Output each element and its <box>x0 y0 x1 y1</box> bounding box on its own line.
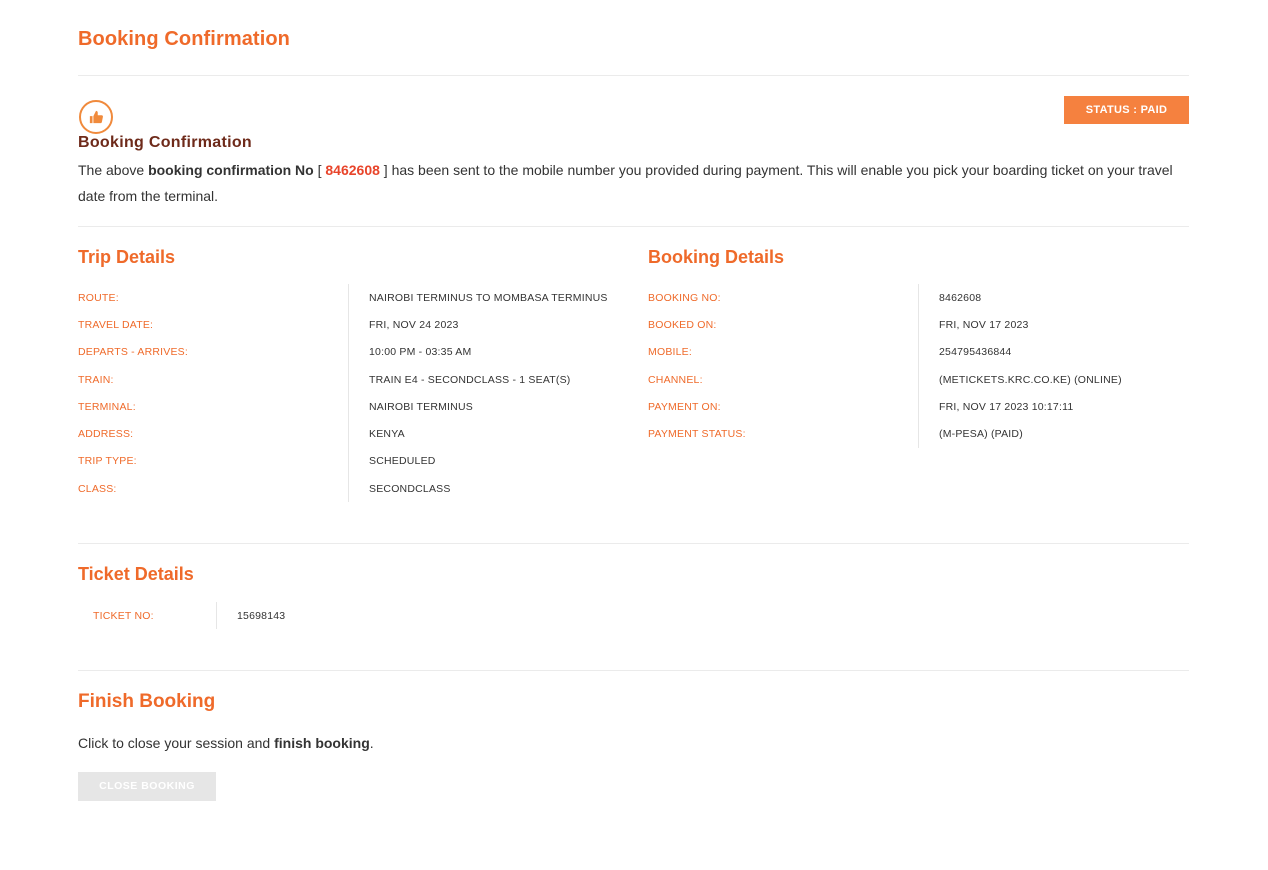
row-value: SECONDCLASS <box>348 475 451 503</box>
finish-instructions: Click to close your session and finish b… <box>78 735 374 751</box>
finish-text-after: . <box>369 735 374 751</box>
row-label: TERMINAL: <box>78 400 136 413</box>
thumbs-up-icon <box>79 100 113 134</box>
row-value: SCHEDULED <box>348 447 436 476</box>
row-value: 8462608 <box>918 284 981 312</box>
ticket-details-table: TICKET NO: 15698143 <box>93 602 493 630</box>
confirmation-message: The above booking confirmation No [ 8462… <box>78 157 1178 209</box>
row-value: FRI, NOV 24 2023 <box>348 311 459 339</box>
finish-booking-title: Finish Booking <box>78 691 216 712</box>
table-row: PAYMENT STATUS: (M-PESA) (PAID) <box>648 420 1189 448</box>
table-row: TRIP TYPE: SCHEDULED <box>78 447 638 476</box>
page-title: Booking Confirmation <box>78 28 290 50</box>
trip-details-table: ROUTE: NAIROBI TERMINUS TO MOMBASA TERMIN… <box>78 284 638 503</box>
table-row: BOOKED ON: FRI, NOV 17 2023 <box>648 311 1189 339</box>
row-label: ROUTE: <box>78 291 119 304</box>
table-row: ROUTE: NAIROBI TERMINUS TO MOMBASA TERMIN… <box>78 284 638 312</box>
finish-text-bold: finish booking <box>274 735 370 751</box>
table-row: TRAIN: TRAIN E4 - SECONDCLASS - 1 SEAT(S) <box>78 365 638 394</box>
divider <box>78 670 1189 671</box>
confirmation-text-bold: booking confirmation No <box>148 162 314 178</box>
confirmation-bracket: [ <box>313 162 326 178</box>
row-label: TRAVEL DATE: <box>78 318 154 331</box>
table-row: ADDRESS: KENYA <box>78 420 638 448</box>
row-label: TRIP TYPE: <box>78 455 137 468</box>
confirmation-number: 8462608 <box>325 162 380 178</box>
row-value: (METICKETS.KRC.CO.KE) (ONLINE) <box>918 365 1122 394</box>
row-label: CHANNEL: <box>648 373 703 386</box>
table-row: BOOKING NO: 8462608 <box>648 284 1189 312</box>
row-label: PAYMENT STATUS: <box>648 428 746 441</box>
row-value: 10:00 PM - 03:35 AM <box>348 338 471 366</box>
close-booking-button[interactable]: CLOSE BOOKING <box>78 772 216 801</box>
booking-details-table: BOOKING NO: 8462608 BOOKED ON: FRI, NOV 17… <box>648 284 1189 448</box>
row-label: BOOKING NO: <box>648 291 721 304</box>
row-label: PAYMENT ON: <box>648 400 721 413</box>
table-row: TRAVEL DATE: FRI, NOV 24 2023 <box>78 311 638 339</box>
row-value: NAIROBI TERMINUS <box>348 393 473 421</box>
divider <box>78 75 1189 76</box>
row-value: KENYA <box>348 420 405 448</box>
booking-details-title: Booking Details <box>648 247 785 267</box>
table-row: TERMINAL: NAIROBI TERMINUS <box>78 393 638 421</box>
status-badge: STATUS : PAID <box>1064 96 1189 124</box>
table-row: CHANNEL: (METICKETS.KRC.CO.KE) (ONLINE) <box>648 365 1189 394</box>
confirmation-title: Booking Confirmation <box>78 134 252 151</box>
finish-text-before: Click to close your session and <box>78 735 275 751</box>
ticket-no-value: 15698143 <box>216 602 285 630</box>
confirmation-text-before: The above <box>78 162 149 178</box>
row-value: FRI, NOV 17 2023 10:17:11 <box>918 393 1073 421</box>
row-label: MOBILE: <box>648 346 692 359</box>
row-label: TRAIN: <box>78 373 114 386</box>
ticket-no-label: TICKET NO: <box>93 609 154 622</box>
table-row: MOBILE: 254795436844 <box>648 338 1189 366</box>
row-value: TRAIN E4 - SECONDCLASS - 1 SEAT(S) <box>348 365 570 394</box>
ticket-details-title: Ticket Details <box>78 564 194 584</box>
row-label: ADDRESS: <box>78 428 134 441</box>
table-row: TICKET NO: 15698143 <box>93 602 493 630</box>
trip-details-title: Trip Details <box>78 247 176 267</box>
row-label: DEPARTS - ARRIVES: <box>78 346 188 359</box>
row-value: FRI, NOV 17 2023 <box>918 311 1029 339</box>
row-value: (M-PESA) (PAID) <box>918 420 1023 448</box>
row-label: BOOKED ON: <box>648 318 717 331</box>
divider <box>78 226 1189 227</box>
table-row: DEPARTS - ARRIVES: 10:00 PM - 03:35 AM <box>78 338 638 366</box>
divider <box>78 543 1189 544</box>
table-row: PAYMENT ON: FRI, NOV 17 2023 10:17:11 <box>648 393 1189 421</box>
row-label: CLASS: <box>78 482 117 495</box>
row-value: NAIROBI TERMINUS TO MOMBASA TERMINUS <box>348 284 608 312</box>
row-value: 254795436844 <box>918 338 1011 366</box>
table-row: CLASS: SECONDCLASS <box>78 475 638 503</box>
